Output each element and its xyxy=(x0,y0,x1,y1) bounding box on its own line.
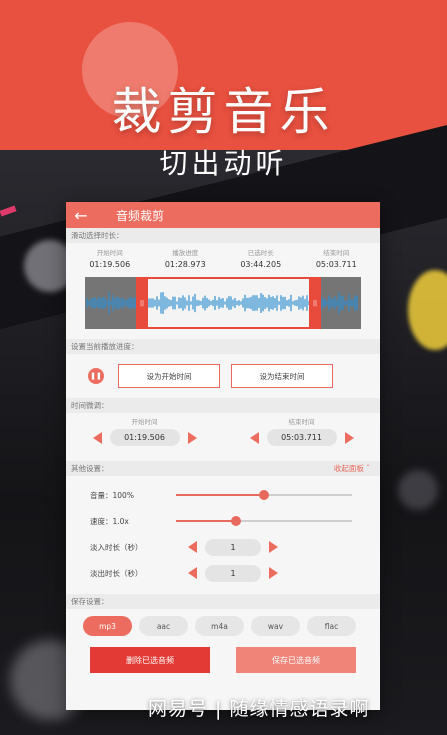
section-header-playback: 设置当前播放进度： xyxy=(66,339,380,354)
volume-row: 音量：100% xyxy=(66,482,380,508)
speed-slider-fill xyxy=(176,520,236,522)
decrement-fade-out-icon[interactable] xyxy=(188,567,197,579)
section-header-label: 时间微调： xyxy=(71,401,109,410)
fade-out-label: 淡出时长（秒） xyxy=(90,568,143,578)
decrement-end-icon[interactable] xyxy=(249,431,259,444)
end-time-field[interactable]: 05:03.711 xyxy=(266,429,337,446)
increment-end-icon[interactable] xyxy=(344,431,354,444)
fade-out-row: 淡出时长（秒） 1 xyxy=(66,560,380,586)
playback-controls: ❚❚ 设为开始时间 设为结束时间 xyxy=(66,354,380,398)
decor-bokeh xyxy=(398,470,438,510)
chevron-up-icon: ˆ xyxy=(366,464,370,473)
time-value: 01:19.506 xyxy=(89,260,131,269)
volume-slider-fill xyxy=(176,494,264,496)
app-bar: ← 音频裁剪 xyxy=(66,202,380,228)
time-label: 已选时长 xyxy=(247,249,274,257)
volume-value: 100% xyxy=(112,490,134,500)
section-header-fine-tune: 时间微调： xyxy=(66,398,380,413)
format-mp3[interactable]: mp3 xyxy=(83,616,132,636)
increment-fade-out-icon[interactable] xyxy=(269,567,278,579)
waveform-editor[interactable]: || || xyxy=(85,277,361,329)
time-end: 结束时间 05:03.711 xyxy=(316,247,357,273)
fine-start-label: 开始时间 xyxy=(131,418,158,426)
fade-in-field[interactable]: 1 xyxy=(205,538,261,556)
start-handle[interactable]: || xyxy=(136,277,148,329)
format-options: mp3 aac m4a wav flac xyxy=(66,609,380,645)
set-start-button[interactable]: 设为开始时间 xyxy=(118,364,220,388)
decrement-start-icon[interactable] xyxy=(92,431,102,444)
section-header-label: 其他设置： xyxy=(71,464,109,473)
set-end-button[interactable]: 设为结束时间 xyxy=(231,364,333,388)
fine-end: 结束时间 05:03.711 xyxy=(249,416,354,461)
section-header-label: 设置当前播放进度： xyxy=(71,342,139,351)
increment-start-icon[interactable] xyxy=(187,431,197,444)
time-label: 开始时间 xyxy=(96,249,123,257)
watermark: 网易号 | 随缘情感语录啊 xyxy=(148,698,370,720)
delete-selected-button[interactable]: 删除已选音频 xyxy=(90,647,210,673)
volume-label-text: 音量： xyxy=(90,490,113,500)
time-start: 开始时间 01:19.506 xyxy=(89,247,130,273)
end-handle[interactable]: || xyxy=(309,277,321,329)
time-value: 01:28.973 xyxy=(164,260,206,269)
fine-end-label: 结束时间 xyxy=(288,418,315,426)
action-buttons: 删除已选音频 保存已选音频 xyxy=(66,645,380,673)
section-header-label: 保存设置： xyxy=(71,597,109,606)
start-time-field[interactable]: 01:19.506 xyxy=(109,429,180,446)
speed-slider[interactable] xyxy=(176,516,352,526)
fade-in-label: 淡入时长（秒） xyxy=(90,542,143,552)
time-value: 03:44.205 xyxy=(240,260,282,269)
collapse-panel-button[interactable]: 收起面板 ˆ xyxy=(334,461,380,476)
page-title: 音频裁剪 xyxy=(116,208,165,223)
speed-label-text: 速度： xyxy=(90,516,113,526)
speed-value: 1.0x xyxy=(112,516,129,526)
pause-button[interactable]: ❚❚ xyxy=(88,368,104,384)
time-readouts: 开始时间 01:19.506 播放进度 01:28.973 已选时长 03:44… xyxy=(66,243,380,273)
fade-in-row: 淡入时长（秒） 1 xyxy=(66,534,380,560)
section-header-label: 滑动选择时长： xyxy=(71,231,124,240)
section-header-save: 保存设置： xyxy=(66,594,380,609)
format-m4a[interactable]: m4a xyxy=(195,616,244,636)
decrement-fade-in-icon[interactable] xyxy=(188,541,197,553)
collapse-label: 收起面板 xyxy=(333,464,364,473)
volume-label: 音量：100% xyxy=(90,490,176,501)
time-label: 播放进度 xyxy=(172,249,199,257)
speed-label: 速度：1.0x xyxy=(90,516,176,527)
format-aac[interactable]: aac xyxy=(139,616,188,636)
speed-slider-knob[interactable] xyxy=(230,516,241,526)
time-label: 结束时间 xyxy=(323,249,350,257)
app-screen: ← 音频裁剪 滑动选择时长： 开始时间 01:19.506 播放进度 01:28… xyxy=(66,202,380,710)
save-selected-button[interactable]: 保存已选音频 xyxy=(236,647,356,673)
volume-slider[interactable] xyxy=(176,490,352,500)
time-value: 05:03.711 xyxy=(315,260,357,269)
fine-start: 开始时间 01:19.506 xyxy=(92,416,197,461)
format-wav[interactable]: wav xyxy=(251,616,300,636)
promo-title: 裁剪音乐 xyxy=(111,83,336,141)
time-progress: 播放进度 01:28.973 xyxy=(165,247,206,273)
promo-subtitle: 切出动听 xyxy=(159,147,288,180)
increment-fade-in-icon[interactable] xyxy=(269,541,278,553)
back-arrow-icon[interactable]: ← xyxy=(66,202,96,228)
section-header-other: 其他设置： 收起面板 ˆ xyxy=(66,461,380,476)
time-duration: 已选时长 03:44.205 xyxy=(240,247,281,273)
format-flac[interactable]: flac xyxy=(307,616,356,636)
fine-tune-controls: 开始时间 01:19.506 结束时间 05:03.711 xyxy=(66,413,380,461)
section-header-slide: 滑动选择时长： xyxy=(66,228,380,243)
volume-slider-knob[interactable] xyxy=(259,490,269,500)
speed-row: 速度：1.0x xyxy=(66,508,380,534)
fade-out-field[interactable]: 1 xyxy=(205,564,261,582)
